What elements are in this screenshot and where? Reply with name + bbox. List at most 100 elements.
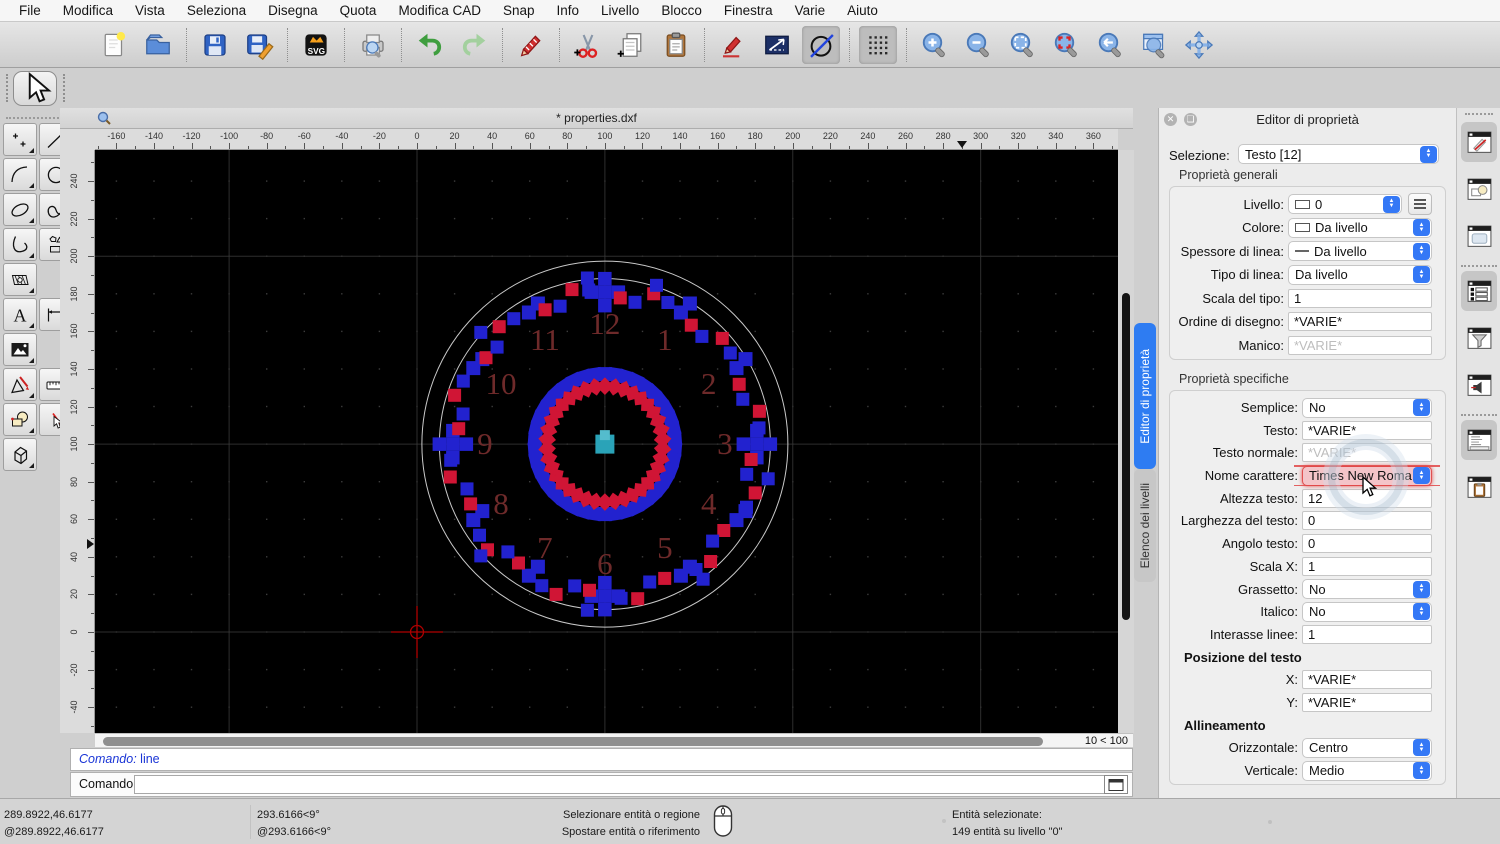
- tool-polyline-button[interactable]: [3, 228, 37, 261]
- toolbar-svg-export-button[interactable]: SVG: [297, 26, 335, 64]
- toolbar-circle-tool-button[interactable]: [802, 26, 840, 64]
- field-interasse-linee-input[interactable]: 1: [1302, 625, 1432, 644]
- field-scala-x-input[interactable]: 1: [1302, 557, 1432, 576]
- v-ruler-cursor-marker: [87, 539, 94, 549]
- tool-image-button[interactable]: [3, 333, 37, 366]
- toolbar-zoom-selected-button[interactable]: [1048, 26, 1086, 64]
- drawing-canvas[interactable]: 121234567891011: [95, 150, 1118, 733]
- menu-modifica[interactable]: Modifica: [52, 0, 124, 22]
- menu-seleziona[interactable]: Seleziona: [176, 0, 257, 22]
- menu-snap[interactable]: Snap: [492, 0, 546, 22]
- field-italico-combo[interactable]: No▲▼: [1302, 602, 1432, 622]
- field-semplice-combo[interactable]: No▲▼: [1302, 398, 1432, 418]
- selection-combo[interactable]: Testo [12] ▲▼: [1238, 144, 1439, 164]
- field-grassetto-combo[interactable]: No▲▼: [1302, 579, 1432, 599]
- menu-vista[interactable]: Vista: [124, 0, 176, 22]
- toolbar-save-as-button[interactable]: [240, 26, 278, 64]
- toolbar-copy-button[interactable]: [613, 26, 651, 64]
- tool-text-button[interactable]: A: [3, 298, 37, 331]
- dock-command-widget-button[interactable]: [1461, 420, 1497, 460]
- flyout-indicator: [29, 463, 34, 468]
- command-detach-button[interactable]: [1104, 775, 1128, 794]
- palette-drag-handle[interactable]: [63, 74, 66, 102]
- toolbar-print-preview-button[interactable]: [354, 26, 392, 64]
- menu-finestra[interactable]: Finestra: [713, 0, 784, 22]
- dock-clipboard-widget-button[interactable]: [1461, 467, 1497, 507]
- toolbar-new-file-button[interactable]: [95, 26, 133, 64]
- menu-blocco[interactable]: Blocco: [650, 0, 713, 22]
- dock-filter-widget-button[interactable]: [1461, 318, 1497, 358]
- field-angolo-testo-input[interactable]: 0: [1302, 534, 1432, 553]
- toolbar-zoom-in-button[interactable]: [916, 26, 954, 64]
- vertical-scrollbar[interactable]: [1118, 150, 1134, 733]
- toolbar-distance-point-button[interactable]: [758, 26, 796, 64]
- toolbar-snap-grid-button[interactable]: [859, 26, 897, 64]
- field-nome-carattere-combo[interactable]: Times New Roma▲▼: [1302, 466, 1432, 486]
- toolbar-save-button[interactable]: [196, 26, 234, 64]
- dock-pen-widget-button[interactable]: [1461, 122, 1497, 162]
- dock-sound-widget-button[interactable]: [1461, 365, 1497, 405]
- horizontal-scrollbar[interactable]: 10 < 100: [95, 733, 1133, 747]
- field-x-input[interactable]: *VARIE*: [1302, 670, 1432, 689]
- toolbar-zoom-window-button[interactable]: [1136, 26, 1174, 64]
- h-ruler-label: -100: [220, 131, 238, 141]
- field-y-input[interactable]: *VARIE*: [1302, 693, 1432, 712]
- menu-livello[interactable]: Livello: [590, 0, 650, 22]
- field-verticale-combo[interactable]: Medio▲▼: [1302, 761, 1432, 781]
- h-ruler-tick: [154, 143, 155, 149]
- property-subsection-title: Posizione del testo: [1170, 650, 1432, 665]
- toolbar-zoom-out-button[interactable]: [960, 26, 998, 64]
- tool-modify-button[interactable]: [3, 368, 37, 401]
- tool-points-button[interactable]: [3, 123, 37, 156]
- toolbar-edit-attributes-button[interactable]: [714, 26, 752, 64]
- document-title-bar[interactable]: * properties.dxf: [60, 108, 1133, 129]
- tool-box3d-button[interactable]: [3, 438, 37, 471]
- dock-drag-handle[interactable]: [1465, 113, 1493, 115]
- field-spessore-di-linea-combo[interactable]: Da livello▲▼: [1288, 241, 1432, 261]
- menu-disegna[interactable]: Disegna: [257, 0, 329, 22]
- menu-aiuto[interactable]: Aiuto: [836, 0, 889, 22]
- field-larghezza-del-testo-input[interactable]: 0: [1302, 511, 1432, 530]
- dock-blank-widget-button[interactable]: [1461, 216, 1497, 256]
- toolbar-paste-button[interactable]: [657, 26, 695, 64]
- select-tool-button[interactable]: [13, 71, 57, 106]
- layer-menu-button[interactable]: [1408, 193, 1432, 215]
- field-scala-del-tipo-input[interactable]: 1: [1288, 289, 1432, 308]
- tab-layer-list[interactable]: Elenco dei livelli: [1134, 469, 1156, 582]
- tool-blocks-button[interactable]: [3, 403, 37, 436]
- field-livello-combo[interactable]: 0▲▼: [1288, 194, 1402, 214]
- toolbar-undo-button[interactable]: [411, 26, 449, 64]
- toolbar-cut-button[interactable]: [569, 26, 607, 64]
- toolbar-delete-entity-button[interactable]: [512, 26, 550, 64]
- vertical-scrollbar-thumb[interactable]: [1122, 293, 1130, 620]
- v-ruler-tick: [91, 688, 94, 689]
- tool-hatch-button[interactable]: [3, 263, 37, 296]
- property-row: Posizione del testo: [1170, 648, 1432, 667]
- h-ruler-tick: [661, 146, 662, 149]
- toolbar-redo-button[interactable]: [455, 26, 493, 64]
- toolbar-zoom-auto-button[interactable]: [1004, 26, 1042, 64]
- menu-file[interactable]: File: [8, 0, 52, 22]
- field-orizzontale-combo[interactable]: Centro▲▼: [1302, 738, 1432, 758]
- dock-list-widget-button[interactable]: [1461, 271, 1497, 311]
- tool-ellipse-button[interactable]: [3, 193, 37, 226]
- toolbar-zoom-previous-button[interactable]: [1092, 26, 1130, 64]
- tool-arc-button[interactable]: [3, 158, 37, 191]
- dock-shapes-widget-button[interactable]: [1461, 169, 1497, 209]
- toolbar-open-folder-button[interactable]: [139, 26, 177, 64]
- command-input[interactable]: [134, 775, 1105, 794]
- field-testo-input[interactable]: *VARIE*: [1302, 421, 1432, 440]
- tab-property-editor[interactable]: Editor di proprietà: [1134, 323, 1156, 469]
- menu-varie[interactable]: Varie: [784, 0, 837, 22]
- palette-drag-handle[interactable]: [6, 74, 9, 102]
- field-tipo-di-linea-combo[interactable]: Da livello▲▼: [1288, 265, 1432, 285]
- toolbar-zoom-pan-button[interactable]: [1180, 26, 1218, 64]
- field-altezza-testo-input[interactable]: 12: [1302, 489, 1432, 508]
- menu-quota[interactable]: Quota: [329, 0, 388, 22]
- horizontal-scrollbar-thumb[interactable]: [103, 737, 1043, 746]
- field-colore-combo[interactable]: Da livello▲▼: [1288, 218, 1432, 238]
- h-ruler-label: 180: [748, 131, 763, 141]
- menu-modifica-cad[interactable]: Modifica CAD: [387, 0, 492, 22]
- field-ordine-di-disegno-input[interactable]: *VARIE*: [1288, 312, 1432, 331]
- menu-info[interactable]: Info: [546, 0, 591, 22]
